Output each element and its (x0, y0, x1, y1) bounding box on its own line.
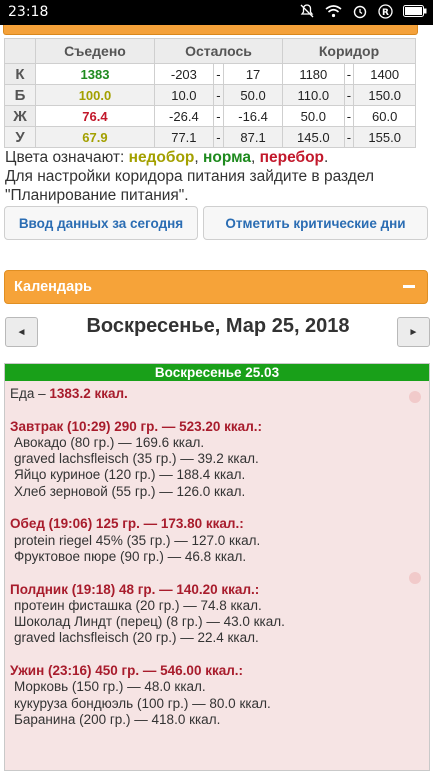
food-total-label: Еда – (10, 386, 50, 401)
dash: - (212, 105, 225, 127)
dash: - (343, 126, 355, 148)
legend-norm: норма (203, 149, 251, 166)
settings-hint: Для настройки коридора питания зайдите в… (5, 168, 375, 185)
list-item: Хлеб зерновой (55 гр.) — 126.0 ккал. (14, 483, 246, 499)
corridor-from: 1180 (282, 63, 345, 85)
list-item: graved lachsfleisch (20 гр.) — 22.4 ккал… (14, 630, 259, 646)
corridor-to: 1400 (353, 63, 416, 85)
col-header-remaining: Осталось (153, 38, 284, 64)
list-item: protein riegel 45% (35 гр.) — 127.0 ккал… (14, 532, 261, 548)
battery-icon (403, 5, 427, 17)
corridor-from: 145.0 (282, 126, 345, 148)
corridor-to: 150.0 (353, 84, 416, 106)
remaining-to: 17 (223, 63, 284, 85)
col-header-label (4, 38, 36, 64)
meal-title: Обед (19:06) 125 гр. — 173.80 ккал.: (10, 516, 244, 532)
list-item: кукуруза бондюэль (100 гр.) — 80.0 ккал. (14, 695, 271, 711)
legend-prefix: Цвета означают: (5, 149, 129, 166)
row-label: Б (4, 84, 36, 106)
day-summary: Воскресенье 25.03 Еда – 1383.2 ккал. Зав… (4, 363, 430, 771)
remaining-from: -203 (153, 63, 214, 85)
list-item: Авокадо (80 гр.) — 169.6 ккал. (14, 434, 205, 450)
list-item: Морковь (150 гр.) — 48.0 ккал. (14, 679, 206, 695)
meal-title: Завтрак (10:29) 290 гр. — 523.20 ккал.: (10, 418, 263, 434)
day-header: Воскресенье 25.03 (5, 364, 429, 381)
remaining-from: 10.0 (153, 84, 214, 106)
remaining-to: 50.0 (223, 84, 284, 106)
dash: - (343, 105, 355, 127)
legend-suffix: . (324, 149, 329, 166)
list-item: Баранина (200 гр.) — 418.0 ккал. (14, 711, 221, 727)
mark-critical-days-button[interactable]: Отметить критические дни (203, 206, 428, 240)
row-label: У (4, 126, 36, 148)
table-row: Ж 76.4 -26.4 - -16.4 50.0 - 60.0 (4, 105, 416, 127)
dash: - (343, 84, 355, 106)
calendar-title: Календарь (14, 279, 92, 295)
meal-title: Полдник (19:18) 48 гр. — 140.20 ккал.: (10, 581, 260, 597)
registered-icon: R (378, 3, 393, 19)
legend-under: недобор (128, 149, 195, 166)
eaten-value: 76.4 (35, 105, 155, 127)
remaining-to: -16.4 (223, 105, 284, 127)
corridor-from: 50.0 (282, 105, 345, 127)
status-time: 23:18 (8, 4, 49, 20)
prev-day-button[interactable]: ◄ (5, 317, 38, 347)
remaining-to: 87.1 (223, 126, 284, 148)
table-row: К 1383 -203 - 17 1180 - 1400 (4, 63, 416, 85)
legend-over: перебор (259, 149, 325, 166)
input-today-button[interactable]: Ввод данных за сегодня (4, 206, 198, 240)
meal-title: Ужин (23:16) 450 гр. — 546.00 ккал.: (10, 663, 244, 679)
corridor-to: 155.0 (353, 126, 416, 148)
legend-line: Цвета означают: недобор, норма, перебор. (5, 148, 425, 167)
legend-sep: , (194, 149, 204, 166)
macro-table: Съедено Осталось Коридор К 1383 -203 - 1… (4, 38, 416, 148)
mute-icon (299, 3, 315, 19)
color-legend: Цвета означают: недобор, норма, перебор.… (5, 148, 425, 205)
corridor-to: 60.0 (353, 105, 416, 127)
col-header-corridor: Коридор (282, 38, 416, 64)
remaining-from: -26.4 (153, 105, 214, 127)
settings-hint-section: "Планирование питания". (5, 187, 189, 204)
dash: - (212, 63, 225, 85)
next-day-button[interactable]: ► (397, 317, 430, 347)
dash: - (212, 84, 225, 106)
collapse-icon[interactable] (403, 285, 415, 288)
alarm-icon (352, 3, 368, 19)
food-total: Еда – 1383.2 ккал. (10, 386, 285, 402)
wifi-icon (325, 4, 342, 18)
list-item: протеин фисташка (20 гр.) — 74.8 ккал. (14, 597, 262, 613)
table-row: Б 100.0 10.0 - 50.0 110.0 - 150.0 (4, 84, 416, 106)
corridor-from: 110.0 (282, 84, 345, 106)
current-date: Воскресенье, Мар 25, 2018 (86, 315, 350, 337)
row-label: Ж (4, 105, 36, 127)
col-header-eaten: Съедено (35, 38, 155, 64)
apple-icon (409, 572, 421, 584)
dash: - (212, 126, 225, 148)
list-item: Фруктовое пюре (90 гр.) — 46.8 ккал. (14, 548, 247, 564)
calendar-header[interactable]: Календарь (4, 270, 428, 304)
legend-sep: , (251, 149, 260, 166)
status-bar: 23:18 R (0, 0, 433, 25)
day-content: Еда – 1383.2 ккал. Завтрак (10:29) 290 г… (10, 386, 285, 728)
row-label: К (4, 63, 36, 85)
apple-icon (409, 391, 421, 403)
table-row: У 67.9 77.1 - 87.1 145.0 - 155.0 (4, 126, 416, 148)
svg-text:R: R (382, 8, 389, 18)
list-item: Шоколад Линдт (перец) (8 гр.) — 43.0 кка… (14, 614, 285, 630)
food-total-value: 1383.2 ккал. (49, 386, 128, 401)
remaining-from: 77.1 (153, 126, 214, 148)
previous-panel-edge (3, 25, 418, 35)
list-item: Яйцо куриное (120 гр.) — 188.4 ккал. (14, 467, 246, 483)
eaten-value: 100.0 (35, 84, 155, 106)
dash: - (343, 63, 355, 85)
eaten-value: 1383 (35, 63, 155, 85)
eaten-value: 67.9 (35, 126, 155, 148)
list-item: graved lachsfleisch (35 гр.) — 39.2 ккал… (14, 451, 259, 467)
